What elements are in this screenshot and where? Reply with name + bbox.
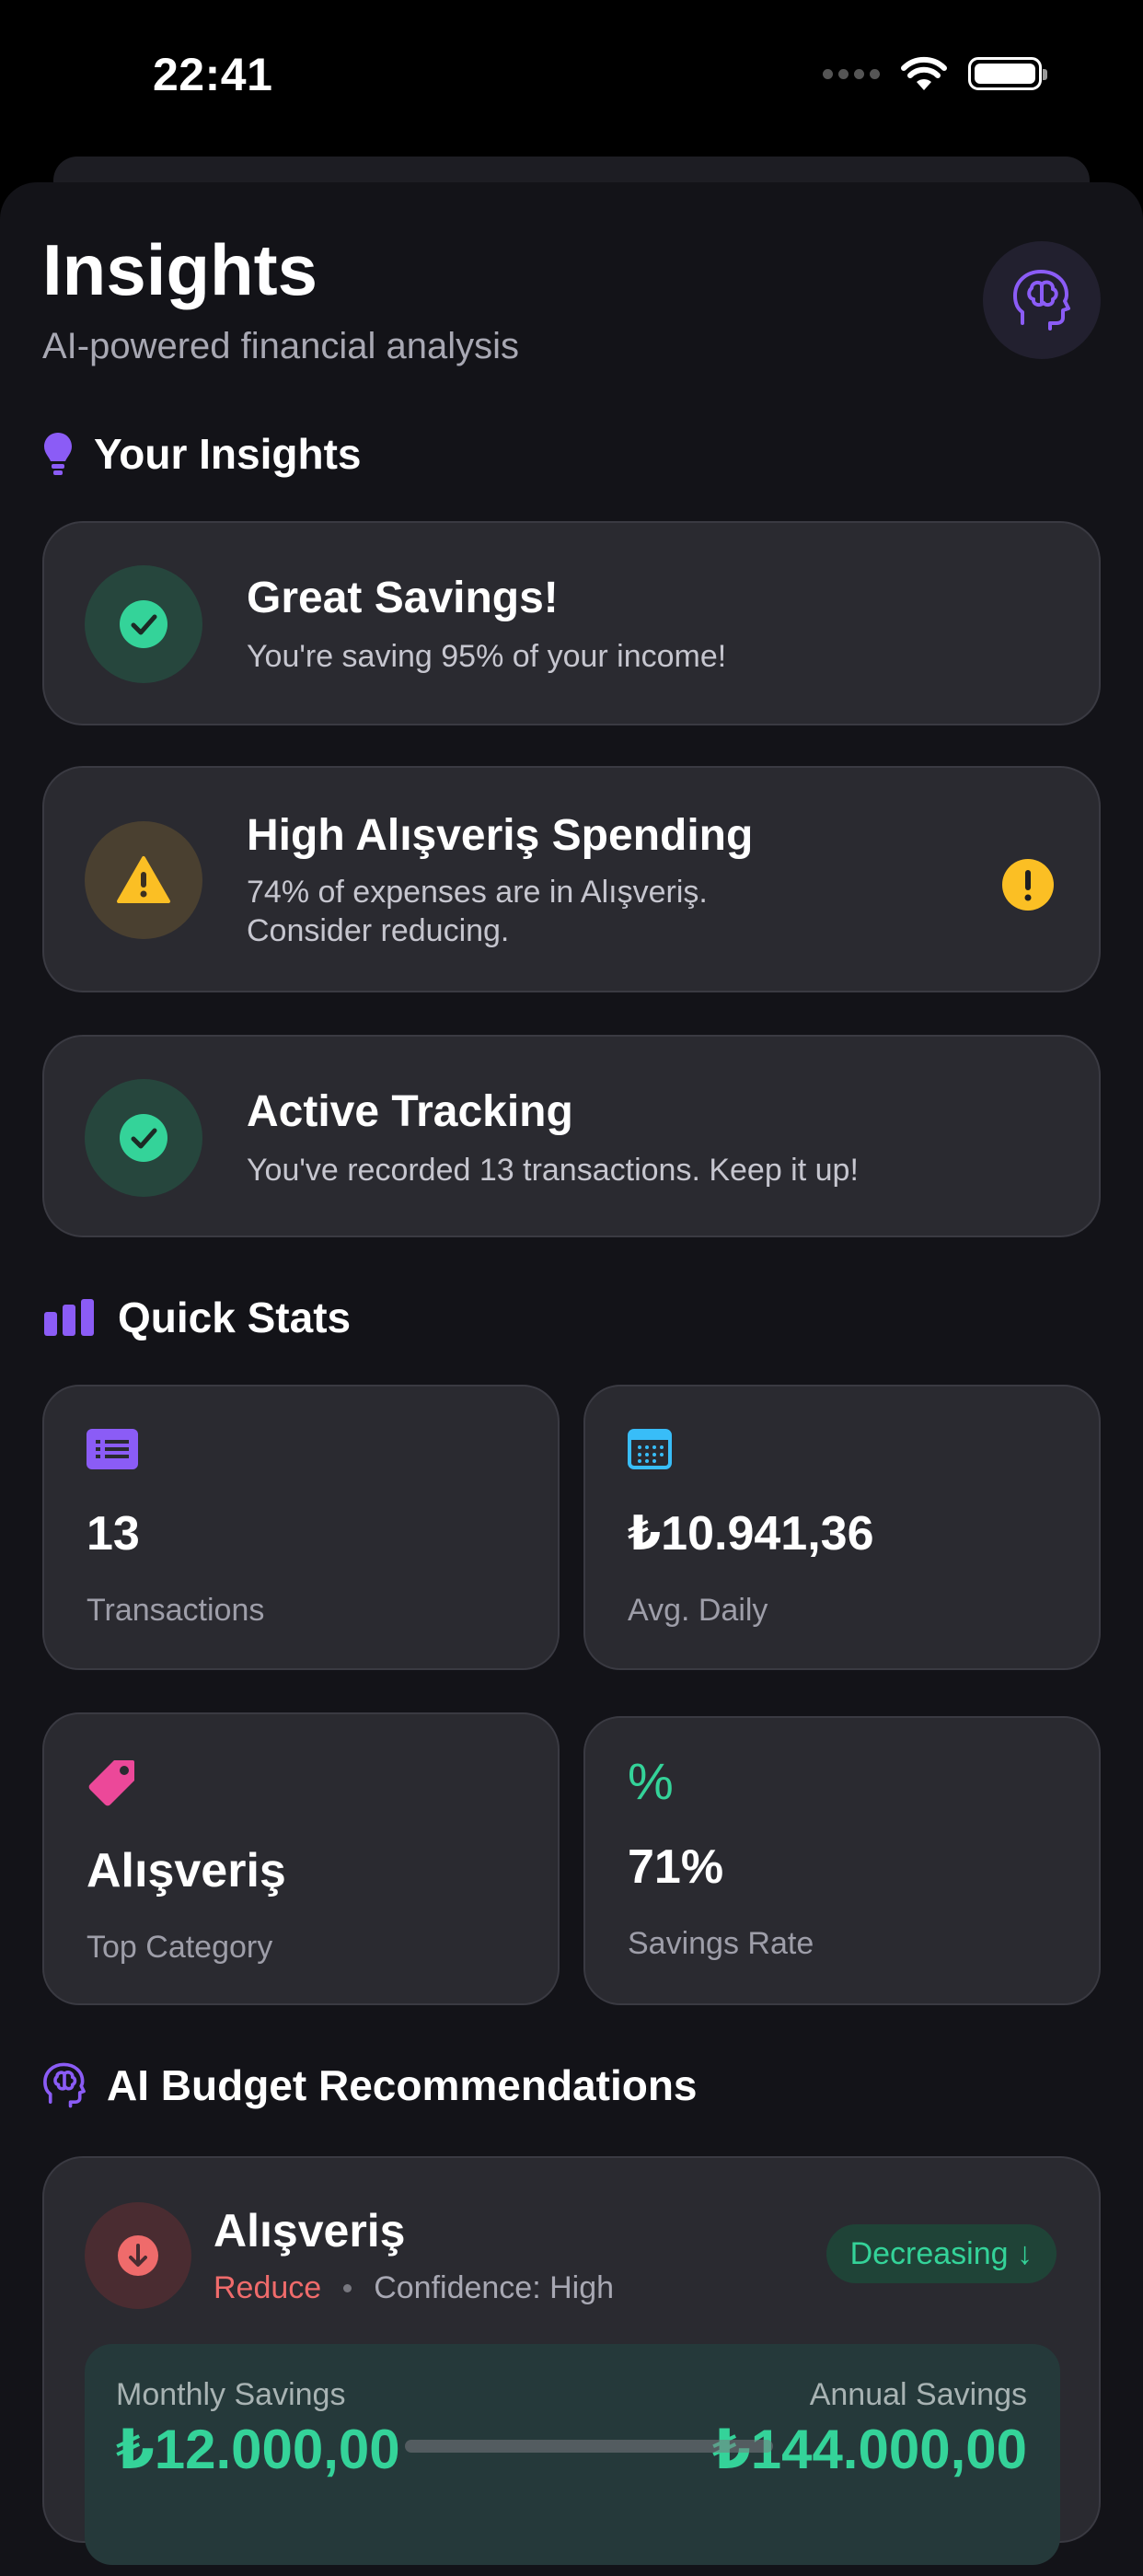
stat-value: 71% bbox=[628, 1840, 724, 1894]
page-subtitle: AI-powered financial analysis bbox=[42, 326, 520, 366]
insights-section-title: Your Insights bbox=[94, 430, 362, 478]
quick-stats-title: Quick Stats bbox=[118, 1294, 352, 1341]
stat-value: ₺10.941,36 bbox=[628, 1507, 874, 1561]
check-icon bbox=[120, 1114, 167, 1162]
insight-card-active-tracking[interactable]: Active Tracking You've recorded 13 trans… bbox=[42, 1035, 1101, 1237]
arrow-down-circle-icon bbox=[118, 2235, 158, 2276]
trend-badge: Decreasing ↓ bbox=[826, 2224, 1056, 2283]
calendar-icon bbox=[628, 1429, 672, 1469]
status-icons bbox=[823, 55, 1047, 92]
recommendation-meta: Reduce Confidence: High bbox=[214, 2270, 614, 2306]
insight-title: Great Savings! bbox=[247, 574, 559, 622]
list-icon bbox=[87, 1429, 138, 1469]
brain-icon bbox=[43, 2062, 86, 2108]
stat-card-savings-rate[interactable]: % 71% Savings Rate bbox=[583, 1716, 1101, 2005]
savings-panel: Monthly Savings ₺12.000,00 Annual Saving… bbox=[85, 2344, 1060, 2565]
stat-value: 13 bbox=[87, 1507, 140, 1561]
exclamation-icon bbox=[1002, 859, 1054, 911]
stat-card-top-category[interactable]: Alışveriş Top Category bbox=[42, 1712, 560, 2005]
stat-label: Transactions bbox=[87, 1593, 265, 1628]
insight-description: You've recorded 13 transactions. Keep it… bbox=[247, 1153, 859, 1188]
page-title: Insights bbox=[42, 229, 318, 310]
insight-title: Active Tracking bbox=[247, 1087, 573, 1136]
recommendation-card[interactable]: Alışveriş Reduce Confidence: High Decrea… bbox=[42, 2156, 1101, 2565]
insight-title: High Alışveriş Spending bbox=[247, 811, 754, 860]
check-icon bbox=[120, 600, 167, 648]
insight-description: You're saving 95% of your income! bbox=[247, 639, 727, 674]
insights-section-header: Your Insights bbox=[42, 429, 362, 479]
home-indicator[interactable] bbox=[405, 2440, 773, 2453]
cellular-signal-icon bbox=[823, 68, 880, 79]
stat-label: Savings Rate bbox=[628, 1926, 814, 1961]
recommendation-action: Reduce bbox=[214, 2270, 322, 2305]
battery-icon bbox=[968, 57, 1047, 90]
wifi-icon bbox=[901, 56, 947, 90]
quick-stats-header: Quick Stats bbox=[42, 1293, 351, 1342]
recommendations-header: AI Budget Recommendations bbox=[42, 2060, 698, 2110]
stat-label: Avg. Daily bbox=[628, 1593, 768, 1628]
warning-triangle-icon bbox=[117, 856, 170, 903]
percent-icon: % bbox=[628, 1752, 674, 1810]
separator-dot bbox=[343, 2284, 352, 2292]
insight-card-high-spending[interactable]: High Alışveriş Spending 74% of expenses … bbox=[42, 766, 1101, 992]
recommendation-category: Alışveriş bbox=[214, 2205, 406, 2257]
warning-icon-badge bbox=[85, 821, 202, 939]
stat-label: Top Category bbox=[87, 1930, 273, 1965]
annual-savings-label: Annual Savings bbox=[809, 2377, 1027, 2412]
bar-chart-icon bbox=[44, 1299, 94, 1336]
status-time: 22:41 bbox=[153, 49, 273, 100]
stat-value: Alışveriş bbox=[87, 1844, 286, 1897]
success-icon-badge bbox=[85, 1079, 202, 1197]
insight-card-great-savings[interactable]: Great Savings! You're saving 95% of your… bbox=[42, 521, 1101, 725]
lightbulb-icon bbox=[44, 433, 72, 475]
success-icon-badge bbox=[85, 565, 202, 683]
ai-assistant-button[interactable] bbox=[983, 241, 1101, 359]
stat-card-transactions[interactable]: 13 Transactions bbox=[42, 1385, 560, 1670]
stat-card-avg-daily[interactable]: ₺10.941,36 Avg. Daily bbox=[583, 1385, 1101, 1670]
insight-description-line1: 74% of expenses are in Alışveriş. bbox=[247, 875, 708, 910]
tag-icon bbox=[88, 1760, 134, 1806]
recommendation-confidence: Confidence: High bbox=[374, 2270, 615, 2305]
status-bar: 22:41 bbox=[0, 0, 1143, 157]
reduce-icon-badge bbox=[85, 2202, 191, 2309]
monthly-savings-label: Monthly Savings bbox=[116, 2377, 346, 2412]
insight-description-line2: Consider reducing. bbox=[247, 913, 510, 948]
recommendations-title: AI Budget Recommendations bbox=[107, 2061, 698, 2109]
monthly-savings-value: ₺12.000,00 bbox=[116, 2419, 400, 2480]
brain-icon bbox=[1013, 270, 1070, 331]
